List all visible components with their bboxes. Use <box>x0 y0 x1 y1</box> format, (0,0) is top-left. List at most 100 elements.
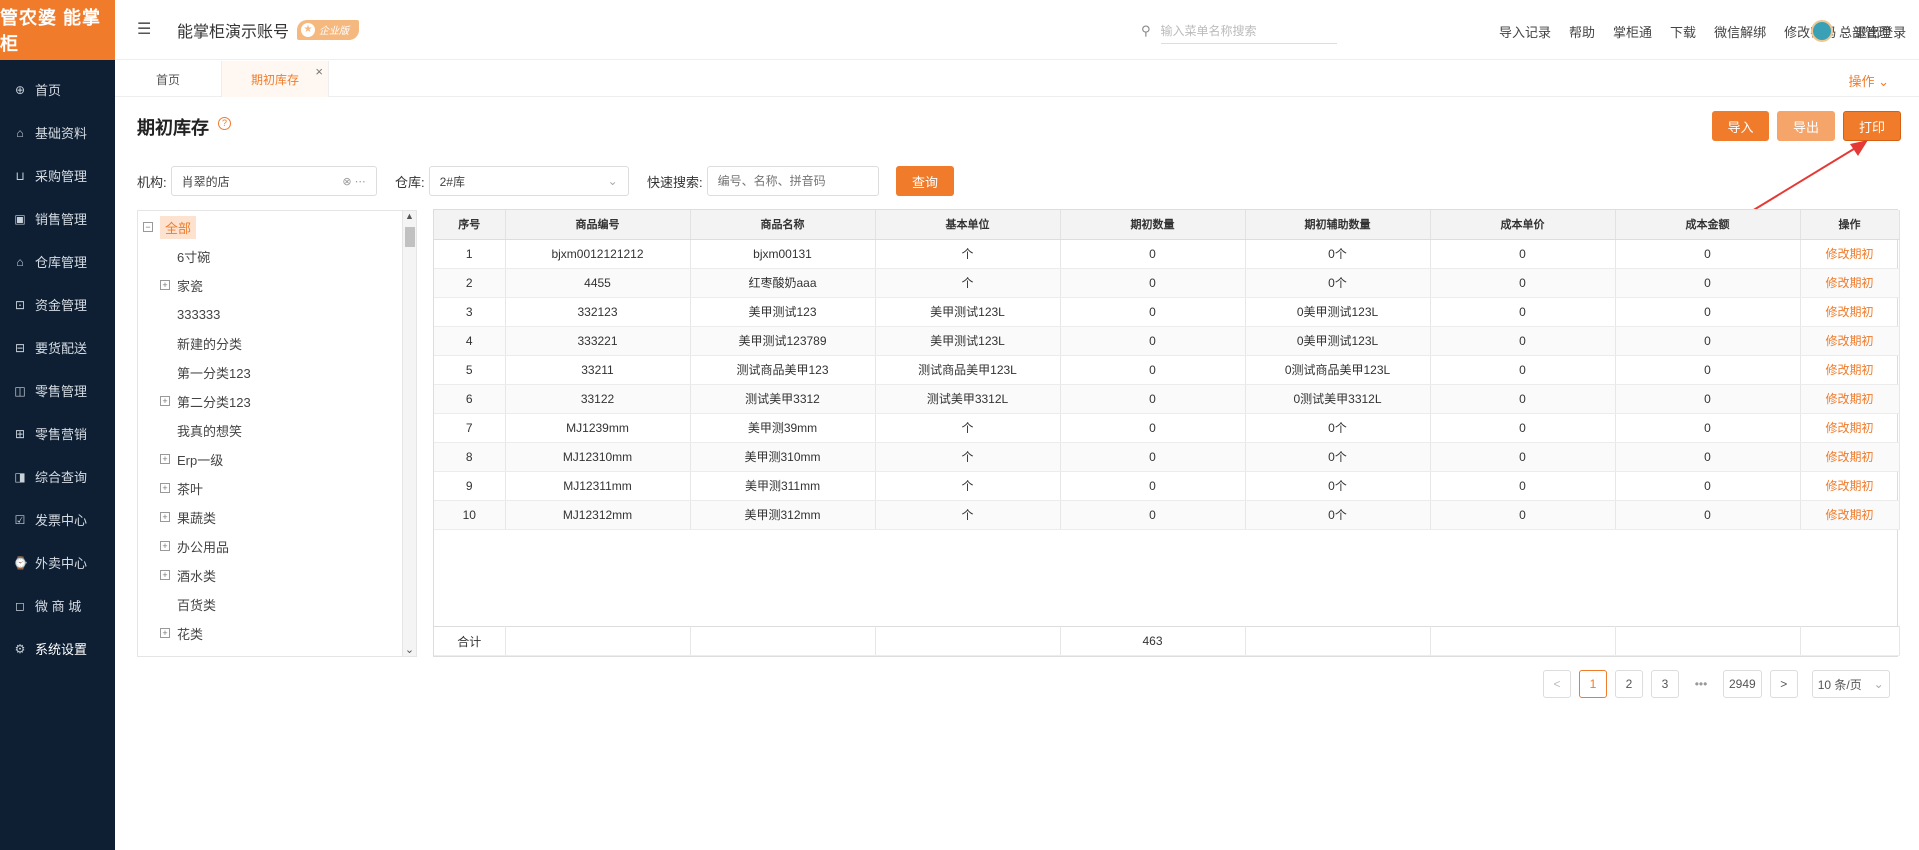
tab-opening-stock[interactable]: 期初库存 × <box>222 61 329 97</box>
tree-node[interactable]: + Erp一级 <box>160 446 223 472</box>
page-button[interactable]: 2 <box>1615 670 1643 698</box>
edit-opening-link[interactable]: 修改期初 <box>1800 297 1900 327</box>
table-row[interactable]: 9 MJ12311mm 美甲测311mm 个 0 0个 0 0 修改期初 <box>434 471 1900 501</box>
table-row[interactable]: 3 332123 美甲测试123 美甲测试123L 0 0美甲测试123L 0 0 修改期初 <box>434 297 1900 327</box>
sidebar-item-11[interactable]: ⌚ 外卖中心 <box>0 541 115 584</box>
edit-opening-link[interactable]: 修改期初 <box>1800 442 1900 472</box>
table-row[interactable]: 6 33122 测试美甲3312 测试美甲3312L 0 0测试美甲3312L 0 0 修改期初 <box>434 384 1900 414</box>
tree-node[interactable]: + 酒水类 <box>160 562 216 588</box>
tree-scroll-thumb[interactable] <box>405 227 415 247</box>
expand-icon[interactable]: + <box>160 628 170 638</box>
tree-node[interactable]: 第一分类123 <box>160 359 251 385</box>
last-page-button[interactable]: 2949 <box>1723 670 1762 698</box>
sidebar-item-12[interactable]: ◻ 微 商 城 <box>0 584 115 627</box>
tree-node[interactable]: + 茶叶 <box>160 475 203 501</box>
table-row[interactable]: 1 bjxm0012121212 bjxm00131 个 0 0个 0 0 修改期初 <box>434 239 1900 269</box>
header-link-4[interactable]: 微信解绑 <box>1714 22 1766 41</box>
edit-opening-link[interactable]: 修改期初 <box>1800 326 1900 356</box>
column-header[interactable]: 成本单价 <box>1430 210 1616 240</box>
edit-opening-link[interactable]: 修改期初 <box>1800 239 1900 269</box>
tree-node[interactable]: 烤鸭类1 <box>160 649 223 657</box>
table-row[interactable]: 8 MJ12310mm 美甲测310mm 个 0 0个 0 0 修改期初 <box>434 442 1900 472</box>
table-row[interactable]: 4 333221 美甲测试123789 美甲测试123L 0 0美甲测试123L 0 0 修改期… <box>434 326 1900 356</box>
table-row[interactable]: 10 MJ12312mm 美甲测312mm 个 0 0个 0 0 修改期初 <box>434 500 1900 530</box>
sidebar-item-9[interactable]: ◨ 综合查询 <box>0 455 115 498</box>
table-row[interactable]: 2 4455 红枣酸奶aaa 个 0 0个 0 0 修改期初 <box>434 268 1900 298</box>
column-header[interactable]: 基本单位 <box>875 210 1061 240</box>
sidebar-item-0[interactable]: ⊕ 首页 <box>0 68 115 111</box>
page-size-select[interactable]: 10 条/页 ⌄ <box>1811 670 1890 698</box>
tree-node[interactable]: + 花类 <box>160 620 203 646</box>
edit-opening-link[interactable]: 修改期初 <box>1800 268 1900 298</box>
menu-search-input[interactable] <box>1160 18 1337 44</box>
column-header[interactable]: 商品编号 <box>505 210 691 240</box>
sidebar-item-1[interactable]: ⌂ 基础资料 <box>0 111 115 154</box>
header-link-0[interactable]: 导入记录 <box>1499 22 1551 41</box>
scroll-down-icon[interactable]: ⌄ <box>403 643 416 656</box>
sidebar-item-13[interactable]: ⚙ 系统设置 <box>0 627 115 670</box>
expand-icon[interactable]: + <box>160 483 170 493</box>
close-icon[interactable]: × <box>315 64 323 79</box>
menu-toggle-icon[interactable]: ☰ <box>137 21 159 38</box>
avatar[interactable] <box>1810 20 1833 42</box>
sidebar-item-10[interactable]: ☑ 发票中心 <box>0 498 115 541</box>
sidebar-item-8[interactable]: ⊞ 零售营销 <box>0 412 115 455</box>
tree-node[interactable]: 333333 <box>160 301 220 327</box>
tree-node[interactable]: 百货类 <box>160 591 216 617</box>
expand-icon[interactable]: + <box>160 396 170 406</box>
header-link-2[interactable]: 掌柜通 <box>1613 22 1652 41</box>
tree-node[interactable]: + 第二分类123 <box>160 388 251 414</box>
expand-icon[interactable]: + <box>160 570 170 580</box>
user-menu[interactable]: 总部管理 <box>1810 20 1891 42</box>
expand-icon[interactable]: + <box>160 454 170 464</box>
column-header[interactable]: 期初辅助数量 <box>1245 210 1431 240</box>
table-row[interactable]: 5 33211 测试商品美甲123 测试商品美甲123L 0 0测试商品美甲123L 0 0 修… <box>434 355 1900 385</box>
user-name[interactable]: 总部管理 <box>1839 22 1891 41</box>
tree-scrollbar[interactable]: ▲ ⌄ <box>402 211 416 656</box>
page-button[interactable]: 1 <box>1579 670 1607 698</box>
expand-icon[interactable]: + <box>160 541 170 551</box>
pagination-ellipsis[interactable]: ••• <box>1687 670 1715 698</box>
sidebar-item-2[interactable]: ⊔ 采购管理 <box>0 154 115 197</box>
next-page-button[interactable]: > <box>1769 670 1798 698</box>
column-header[interactable]: 期初数量 <box>1060 210 1246 240</box>
column-header[interactable]: 操作 <box>1800 210 1900 240</box>
warehouse-select[interactable]: 2#库 ⌄ <box>428 166 629 196</box>
tab-operations-dropdown[interactable]: 操作 ⌄ <box>1848 71 1889 90</box>
prev-page-button[interactable]: < <box>1543 670 1571 698</box>
brand-logo[interactable]: 管农婆 能掌柜 <box>0 0 115 60</box>
column-header[interactable]: 序号 <box>434 210 506 240</box>
column-header[interactable]: 商品名称 <box>690 210 876 240</box>
tree-node[interactable]: 6寸碗 <box>160 243 210 269</box>
edit-opening-link[interactable]: 修改期初 <box>1800 471 1900 501</box>
sidebar-item-5[interactable]: ⊡ 资金管理 <box>0 283 115 326</box>
tree-node[interactable]: + 办公用品 <box>160 533 229 559</box>
help-icon[interactable]: ? <box>218 117 231 130</box>
org-field[interactable]: 肖翠的店 ⊗ ⋯ <box>170 166 377 196</box>
collapse-icon[interactable]: − <box>143 222 153 232</box>
edit-opening-link[interactable]: 修改期初 <box>1800 355 1900 385</box>
tree-node[interactable]: 我真的想笑 <box>160 417 242 443</box>
header-link-3[interactable]: 下载 <box>1670 22 1696 41</box>
tree-node[interactable]: + 家瓷 <box>160 272 203 298</box>
query-button[interactable]: 查询 <box>896 166 954 196</box>
scroll-up-icon[interactable]: ▲ <box>403 211 416 221</box>
edit-opening-link[interactable]: 修改期初 <box>1800 500 1900 530</box>
tree-node[interactable]: + 果蔬类 <box>160 504 216 530</box>
tab-home[interactable]: 首页 <box>115 61 222 97</box>
page-button[interactable]: 3 <box>1651 670 1679 698</box>
expand-icon[interactable]: + <box>160 280 170 290</box>
edit-opening-link[interactable]: 修改期初 <box>1800 413 1900 443</box>
sidebar-item-7[interactable]: ◫ 零售管理 <box>0 369 115 412</box>
column-header[interactable]: 成本金额 <box>1615 210 1801 240</box>
sidebar-item-3[interactable]: ▣ 销售管理 <box>0 197 115 240</box>
sidebar-item-4[interactable]: ⌂ 仓库管理 <box>0 240 115 283</box>
quick-search-input[interactable] <box>706 166 879 196</box>
tree-node[interactable]: 新建的分类 <box>160 330 242 356</box>
expand-icon[interactable]: + <box>160 512 170 522</box>
sidebar-item-6[interactable]: ⊟ 要货配送 <box>0 326 115 369</box>
edit-opening-link[interactable]: 修改期初 <box>1800 384 1900 414</box>
header-link-1[interactable]: 帮助 <box>1569 22 1595 41</box>
table-row[interactable]: 7 MJ1239mm 美甲测39mm 个 0 0个 0 0 修改期初 <box>434 413 1900 443</box>
tree-node[interactable]: − 全部 <box>143 214 197 240</box>
